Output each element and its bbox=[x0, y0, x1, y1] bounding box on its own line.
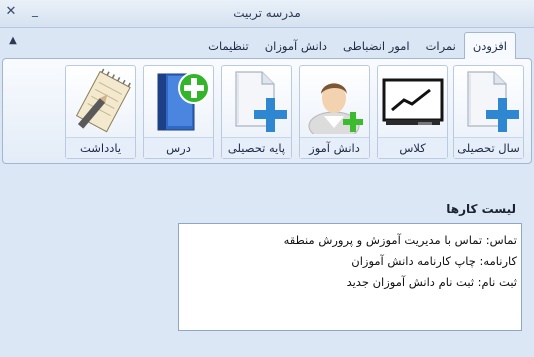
student-button[interactable]: دانش آموز bbox=[299, 65, 370, 159]
list-item[interactable]: تماس: تماس با مدیریت آموزش و پرورش منطقه bbox=[183, 230, 517, 251]
list-item[interactable]: ثبت نام: ثبت نام دانش آموزان جدید bbox=[183, 272, 517, 293]
title-bar: ✕ _ مدرسه تربیت bbox=[0, 0, 534, 28]
task-list[interactable]: تماس: تماس با مدیریت آموزش و پرورش منطقه… bbox=[178, 223, 522, 331]
student-label: دانش آموز bbox=[300, 137, 369, 158]
grade-level-button[interactable]: پایه تحصیلی bbox=[221, 65, 292, 159]
whiteboard-chart-icon bbox=[382, 78, 444, 125]
grade-level-label: پایه تحصیلی bbox=[222, 137, 291, 158]
tab-grades[interactable]: نمرات bbox=[418, 34, 464, 58]
document-add-icon bbox=[467, 71, 519, 132]
academic-year-button[interactable]: سال تحصیلی bbox=[453, 65, 524, 159]
lesson-label: درس bbox=[144, 137, 213, 158]
tab-discipline[interactable]: امور انضباطی bbox=[335, 34, 418, 58]
task-list-title: لیست کارها bbox=[446, 202, 516, 216]
class-label: کلاس bbox=[378, 137, 447, 158]
class-button[interactable]: کلاس bbox=[377, 65, 448, 159]
window-title: مدرسه تربیت bbox=[233, 6, 301, 20]
note-button[interactable]: یادداشت bbox=[65, 65, 136, 159]
main-content: لیست کارها تماس: تماس با مدیریت آموزش و … bbox=[0, 164, 534, 357]
academic-year-label: سال تحصیلی bbox=[454, 137, 523, 158]
tab-settings[interactable]: تنظیمات bbox=[200, 34, 257, 58]
note-label: یادداشت bbox=[66, 137, 135, 158]
student-add-icon bbox=[308, 83, 363, 134]
list-item[interactable]: کارنامه: چاپ کارنامه دانش آموزان bbox=[183, 251, 517, 272]
lesson-button[interactable]: درس bbox=[143, 65, 214, 159]
tab-add[interactable]: افزودن bbox=[463, 32, 516, 59]
ribbon-panel: سال تحصیلی کلاس دانش آموز پایه تحصیلی در… bbox=[2, 58, 532, 164]
notepad-pencil-icon bbox=[75, 68, 131, 133]
document-add-icon bbox=[235, 71, 287, 132]
tab-students[interactable]: دانش آموزان bbox=[257, 34, 335, 58]
tab-row: افزودن نمرات امور انضباطی دانش آموزان تن… bbox=[200, 32, 516, 59]
chevron-up-icon[interactable]: ▲ bbox=[6, 34, 20, 48]
book-add-icon bbox=[157, 72, 210, 131]
ribbon-tab-bar: ▲ افزودن نمرات امور انضباطی دانش آموزان … bbox=[0, 28, 534, 59]
